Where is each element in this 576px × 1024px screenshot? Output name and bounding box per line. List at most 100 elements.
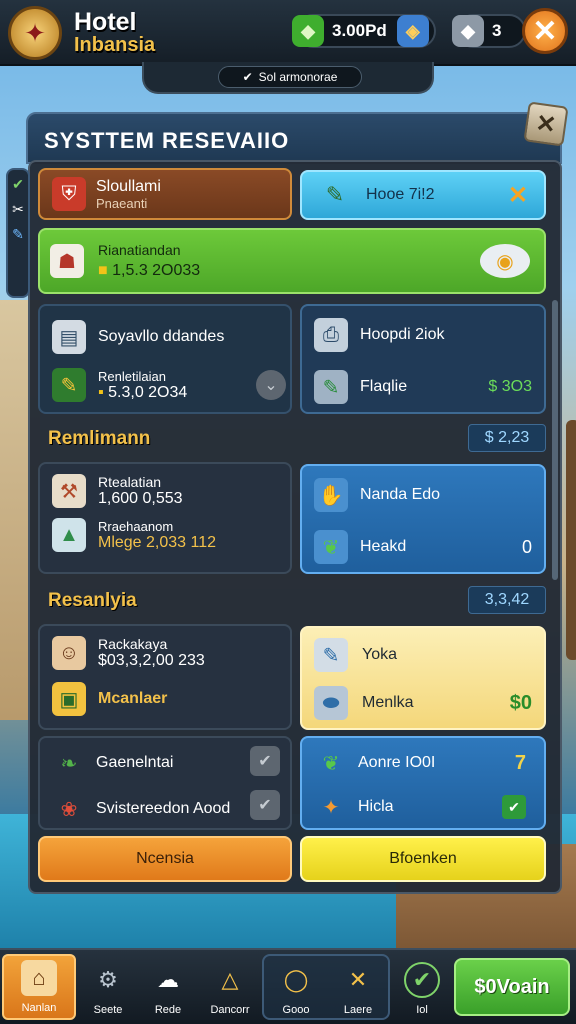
- amenity-b-checkbox[interactable]: ✔: [250, 790, 280, 820]
- extras-b-checkbox[interactable]: ✔: [502, 795, 526, 819]
- relaxation-a-title: Rtealatian: [98, 474, 162, 490]
- warning-icon: △: [221, 967, 239, 992]
- nav-item-6[interactable]: ✕ Laere: [326, 954, 390, 1020]
- sub-header-plate: ✔ Sol armonorae: [142, 62, 434, 94]
- yellow-action-button[interactable]: Bfoenken: [300, 836, 546, 882]
- nav-label-4: Dancorr: [210, 1004, 250, 1016]
- home-icon: ⌂: [21, 960, 57, 996]
- leaf-extras-icon: ❦: [322, 752, 340, 775]
- cancel-icon[interactable]: ✕: [508, 181, 528, 210]
- fox-icon: ✦: [322, 796, 340, 819]
- nav-item-5[interactable]: ◯ Gooo: [264, 954, 328, 1020]
- relaxation-a-value: 1,600 0,553: [98, 490, 183, 507]
- check-tab-icon[interactable]: ✔: [12, 176, 24, 193]
- shield-crest-icon: ⛨: [52, 177, 86, 211]
- shield-blue-icon: ◈: [396, 15, 429, 47]
- food-plate-icon: ◉: [480, 244, 530, 278]
- activities-card[interactable]: ✎ Yoka ⬬ Menlka $0: [300, 626, 546, 730]
- badge-icon: ▣: [52, 682, 86, 716]
- nav-item-2[interactable]: ⚙ Seete: [76, 954, 140, 1020]
- summary-title: Rianatiandan: [98, 242, 181, 258]
- nav-item-7[interactable]: ✔ Iol: [390, 954, 454, 1020]
- nav-item-3[interactable]: ☁ Rede: [136, 954, 200, 1020]
- staff-value: $03,3,2,00 233: [98, 652, 205, 669]
- chef-icon: ☗: [50, 244, 84, 278]
- confirm-cta-button[interactable]: $0Voain: [454, 958, 570, 1016]
- staff-role: Mcanlaer: [98, 690, 168, 707]
- nav-item-1[interactable]: ⌂ Nanlan: [2, 954, 76, 1020]
- flag-icon: ■: [98, 262, 108, 279]
- bottom-navigation: ⌂ Nanlan ⚙ Seete ☁ Rede △ Dancorr ◯ Gooo…: [0, 948, 576, 1024]
- relaxation-b-value: Mlege 2,033 112: [98, 533, 217, 551]
- top-bar: ✦ Hotel Inbansia ◆ 3.00Pd ◈ ◆ 3 ✕: [0, 0, 576, 66]
- spa-value: 0: [521, 536, 532, 557]
- room-note-label: Hooe 7i!2: [366, 186, 435, 203]
- tool-kit-icon: ⚒: [52, 474, 86, 508]
- check-circle-icon: ✔: [404, 962, 440, 998]
- currency-counter-secondary[interactable]: ◆ 3: [452, 14, 526, 48]
- section-title-2: Resanlyia: [48, 590, 137, 611]
- relaxation-card[interactable]: ⚒ Rtealatian 1,600 0,553 ▲ Rraehaanom Ml…: [38, 462, 292, 574]
- nav-label-7: Iol: [416, 1004, 428, 1016]
- berries-icon: ❀: [60, 798, 78, 821]
- document-icon: ▤: [52, 320, 86, 354]
- small-flag-icon: ▪: [98, 383, 104, 401]
- background-palm: [566, 420, 576, 660]
- pencil-tab-icon[interactable]: ✎: [12, 226, 24, 243]
- check-icon: ✔: [242, 70, 253, 84]
- sub-header-pill[interactable]: ✔ Sol armonorae: [218, 66, 362, 88]
- services-card[interactable]: ▤ Soyavllo ddandes ✎ Renletilaian ▪ 5.3,…: [38, 304, 292, 414]
- currency-primary-value: 3.00Pd: [332, 21, 387, 40]
- side-tab-bar: ✔ ✂ ✎: [6, 168, 30, 298]
- gear-icon: ⚙: [98, 967, 118, 992]
- printer-icon: ⎙: [314, 318, 348, 352]
- amenity-a-checkbox[interactable]: ✔: [250, 746, 280, 776]
- hotel-logo: ✦: [8, 6, 62, 60]
- edit-box-icon: ✎: [52, 368, 86, 402]
- summary-value: 1,5.3 2O033: [112, 262, 201, 279]
- services-dropdown-chevron-icon[interactable]: ⌄: [256, 370, 286, 400]
- section-title-1: Remlimann: [48, 428, 151, 449]
- staff-card[interactable]: ☺ Rackakaya $03,3,2,00 233 ▣ Mcanlaer: [38, 624, 292, 730]
- panel-header: SYSTTEM RESEVAIIO ✕: [26, 101, 569, 164]
- nav-label-2: Seete: [93, 1004, 123, 1016]
- housekeeping-card[interactable]: ⎙ Hoopdi 2iok ✎ Flaqlie $ 3O3: [300, 304, 546, 414]
- activity-a: Yoka: [362, 646, 397, 663]
- staff-title: Rackakaya: [98, 636, 168, 652]
- services-sub-value: 5.3,0 2O34: [108, 383, 188, 401]
- currency-counter-primary[interactable]: ◆ 3.00Pd ◈: [292, 14, 436, 48]
- nav-item-4[interactable]: △ Dancorr: [198, 954, 262, 1020]
- leaf-brush-icon: ✎: [314, 370, 348, 404]
- nav-label-1: Nanlan: [21, 1002, 57, 1014]
- services-sub-title: Renletilaian: [98, 368, 166, 384]
- game-title-line1: Hotel: [74, 8, 137, 36]
- room-note-card[interactable]: ✎ Hooe 7i!2 ✕: [300, 170, 546, 220]
- leaf-icon: ❦: [314, 530, 348, 564]
- panel-close-icon[interactable]: ✕: [523, 101, 569, 147]
- extras-card[interactable]: ❦ Aonre IO0I 7 ✦ Hicla ✔: [300, 736, 546, 830]
- close-icon[interactable]: ✕: [522, 8, 568, 54]
- activity-value: $0: [509, 691, 532, 714]
- nav-label-3: Rede: [154, 1004, 182, 1016]
- guest-card[interactable]: ⛨ Sloullami Pnaeanti: [38, 168, 292, 220]
- guest-subtitle: Pnaeanti: [96, 195, 148, 211]
- extras-b: Hicla: [358, 798, 394, 815]
- housekeeping-title: Hoopdi 2iok: [360, 326, 445, 343]
- housekeeping-item: Flaqlie: [360, 378, 408, 395]
- gem-green-icon: ◆: [292, 15, 324, 47]
- currency-secondary-value: 3: [492, 21, 502, 40]
- section-value-1: $ 2,23: [468, 424, 546, 452]
- scrollbar[interactable]: [552, 300, 558, 580]
- panel-title: SYSTTEM RESEVAIIO: [44, 128, 290, 153]
- tools-tab-icon[interactable]: ✂: [12, 201, 24, 218]
- hand-icon: ✋: [314, 478, 348, 512]
- crystal-icon: ◆: [452, 15, 484, 47]
- reservation-summary-card[interactable]: ☗ Rianatiandan ■ 1,5.3 2O033 ◉: [38, 228, 546, 294]
- orange-action-button[interactable]: Ncensia: [38, 836, 292, 882]
- amenity-b: Svistereedon Aood: [96, 800, 231, 817]
- spa-card[interactable]: ✋ Nanda Edo ❦ Heakd 0: [300, 464, 546, 574]
- spa-item: Heakd: [360, 538, 407, 555]
- pencil-icon: ✎: [325, 182, 345, 207]
- crossed-tools-icon: ✕: [348, 967, 368, 992]
- sub-header-text: Sol armonorae: [258, 70, 338, 84]
